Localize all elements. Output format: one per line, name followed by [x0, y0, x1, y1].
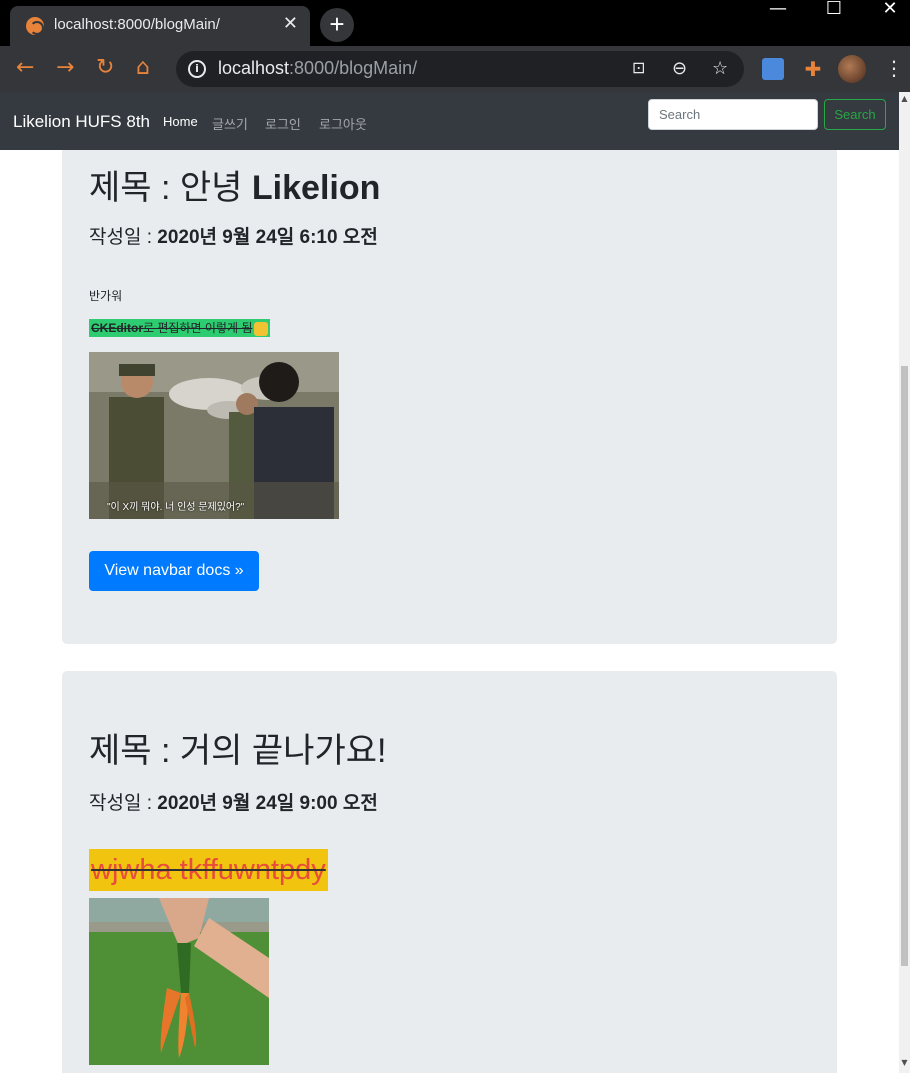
- browser-tab[interactable]: localhost:8000/blogMain/ ✕: [10, 6, 310, 46]
- page-scrollbar[interactable]: ▲ ▼: [899, 92, 910, 1073]
- navbar-brand[interactable]: Likelion HUFS 8th: [13, 112, 150, 132]
- browser-menu-icon[interactable]: ⋮: [884, 56, 904, 80]
- scroll-up-arrow-icon[interactable]: ▲: [900, 94, 909, 104]
- highlighted-text: CKEditor로 편집하면 이렇게 됨: [89, 319, 271, 337]
- reload-icon[interactable]: ↻: [96, 56, 114, 80]
- post-card: 제목 : 안녕 Likelion 작성일 : 2020년 9월 24일 6:10…: [62, 92, 837, 644]
- image-caption: "이 X끼 뭐야. 너 인성 문제있어?": [107, 502, 245, 513]
- page-viewport: Likelion HUFS 8th Home 글쓰기 로그인 로그아웃 Sear…: [0, 92, 910, 1073]
- strikethrough-text: wjwha tkffuwntpdy: [89, 849, 328, 891]
- site-info-icon[interactable]: i: [188, 60, 206, 78]
- bookmark-star-icon[interactable]: ☆: [712, 58, 728, 79]
- minimize-button[interactable]: —: [750, 0, 806, 24]
- zoom-out-icon[interactable]: ⊖: [672, 58, 687, 79]
- post-image-carrots: [89, 898, 269, 1065]
- nav-link-write[interactable]: 글쓰기: [212, 114, 248, 133]
- soldiers-scene: [89, 352, 339, 519]
- back-arrow-icon[interactable]: ←: [16, 56, 34, 80]
- close-window-button[interactable]: ✕: [862, 0, 910, 24]
- url-text[interactable]: localhost:8000/blogMain/: [218, 58, 417, 79]
- extensions-puzzle-icon[interactable]: ✚: [802, 58, 824, 80]
- address-bar[interactable]: i localhost:8000/blogMain/ ⊡ ⊖ ☆: [176, 51, 744, 87]
- post-title: 제목 : 거의 끝나가요!: [89, 732, 387, 770]
- home-icon[interactable]: ⌂: [136, 56, 150, 80]
- nav-link-login[interactable]: 로그인: [265, 114, 301, 133]
- browser-toolbar: ← → ↻ ⌂ i localhost:8000/blogMain/ ⊡ ⊖ ☆…: [0, 46, 910, 92]
- post-card: 제목 : 거의 끝나가요! 작성일 : 2020년 9월 24일 9:00 오전…: [62, 671, 837, 1073]
- tab-title: localhost:8000/blogMain/: [54, 16, 220, 33]
- scroll-down-arrow-icon[interactable]: ▼: [900, 1058, 909, 1068]
- forward-arrow-icon[interactable]: →: [56, 56, 74, 80]
- profile-avatar[interactable]: [838, 55, 866, 83]
- browser-tab-strip: localhost:8000/blogMain/ ✕ + — ☐ ✕: [0, 0, 910, 46]
- carrots-scene: [89, 898, 269, 1065]
- nav-link-home[interactable]: Home: [163, 114, 198, 129]
- post-image-soldiers: "이 X끼 뭐야. 너 인성 문제있어?": [89, 352, 339, 519]
- post-body-text: 반가워: [89, 289, 123, 303]
- google-translate-extension-icon[interactable]: [762, 58, 784, 80]
- site-navbar: Likelion HUFS 8th Home 글쓰기 로그인 로그아웃 Sear…: [0, 92, 899, 150]
- thumbs-up-icon: [254, 321, 269, 336]
- nav-link-logout[interactable]: 로그아웃: [319, 114, 367, 133]
- post-date: 작성일 : 2020년 9월 24일 9:00 오전: [89, 793, 378, 814]
- post-title: 제목 : 안녕 Likelion: [89, 169, 381, 207]
- new-tab-button[interactable]: +: [320, 8, 354, 42]
- search-button[interactable]: Search: [824, 99, 886, 130]
- scrollbar-thumb[interactable]: [901, 366, 908, 966]
- search-input[interactable]: [648, 99, 818, 130]
- view-navbar-docs-button[interactable]: View navbar docs »: [89, 551, 259, 591]
- globe-favicon-icon: [26, 17, 44, 35]
- translate-icon[interactable]: ⊡: [632, 58, 645, 77]
- close-tab-icon[interactable]: ✕: [283, 13, 298, 34]
- maximize-button[interactable]: ☐: [806, 0, 862, 24]
- post-date: 작성일 : 2020년 9월 24일 6:10 오전: [89, 227, 378, 248]
